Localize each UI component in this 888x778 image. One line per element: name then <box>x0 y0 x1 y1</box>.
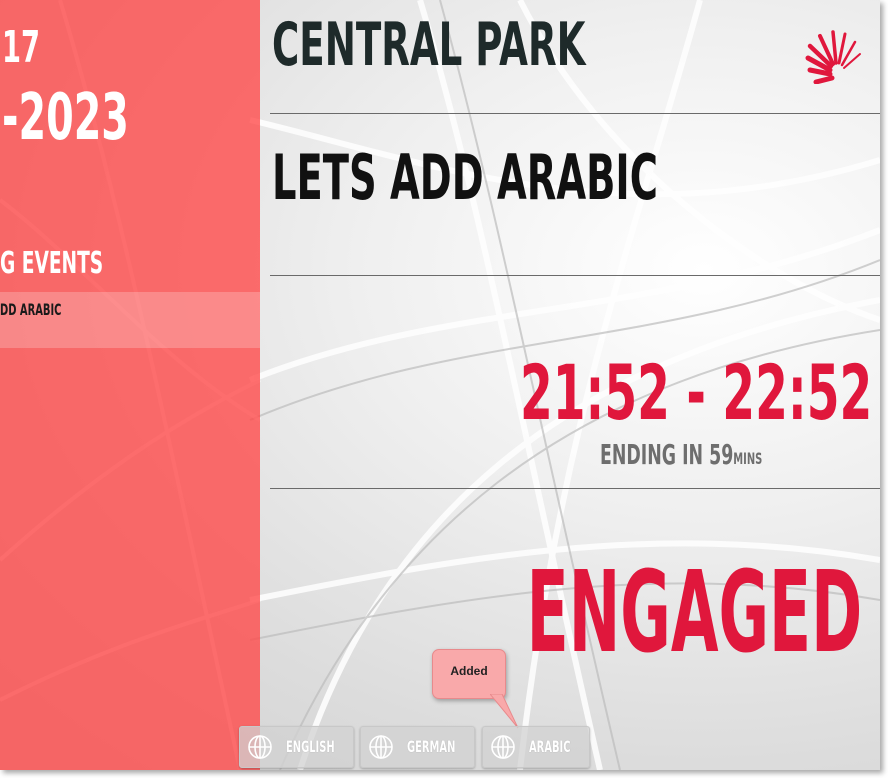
upcoming-event-item[interactable]: DD ARABIC <box>0 292 260 348</box>
room-name: CENTRAL PARK <box>272 10 586 80</box>
brand-sunburst-logo <box>805 30 861 84</box>
room-display-screen: 17 -2023 G EVENTS DD ARABIC CENTRAL PARK… <box>0 0 880 770</box>
meeting-title: LETS ADD ARABIC <box>272 141 658 214</box>
language-button-english[interactable]: ENGLISH <box>239 726 354 768</box>
meeting-time-range: 21:52 - 22:52 <box>519 348 872 437</box>
language-label: ENGLISH <box>286 737 335 756</box>
date-day: 17 <box>2 22 40 73</box>
globe-icon <box>369 735 393 759</box>
date-year: -2023 <box>2 81 129 155</box>
language-label: ARABIC <box>529 737 571 756</box>
ending-prefix: ENDING IN <box>600 438 710 471</box>
upcoming-events-heading: G EVENTS <box>0 246 104 281</box>
language-button-arabic[interactable]: ARABIC <box>482 726 590 768</box>
room-status: ENGAGED <box>526 548 862 678</box>
language-button-german[interactable]: GERMAN <box>360 726 475 768</box>
tooltip-pointer <box>490 694 519 729</box>
ending-value: 59 <box>709 438 734 471</box>
divider <box>270 113 880 114</box>
ending-unit: MINS <box>733 449 763 468</box>
added-tooltip: Added <box>432 649 506 699</box>
language-label: GERMAN <box>407 737 456 756</box>
upcoming-events-panel: 17 -2023 G EVENTS DD ARABIC <box>0 0 260 770</box>
upcoming-event-label: DD ARABIC <box>0 300 62 319</box>
tooltip-text: Added <box>450 664 488 678</box>
divider <box>270 488 880 489</box>
divider <box>270 275 880 276</box>
globe-icon <box>491 735 515 759</box>
ending-countdown: ENDING IN 59MINS <box>600 440 762 474</box>
globe-icon <box>248 735 272 759</box>
